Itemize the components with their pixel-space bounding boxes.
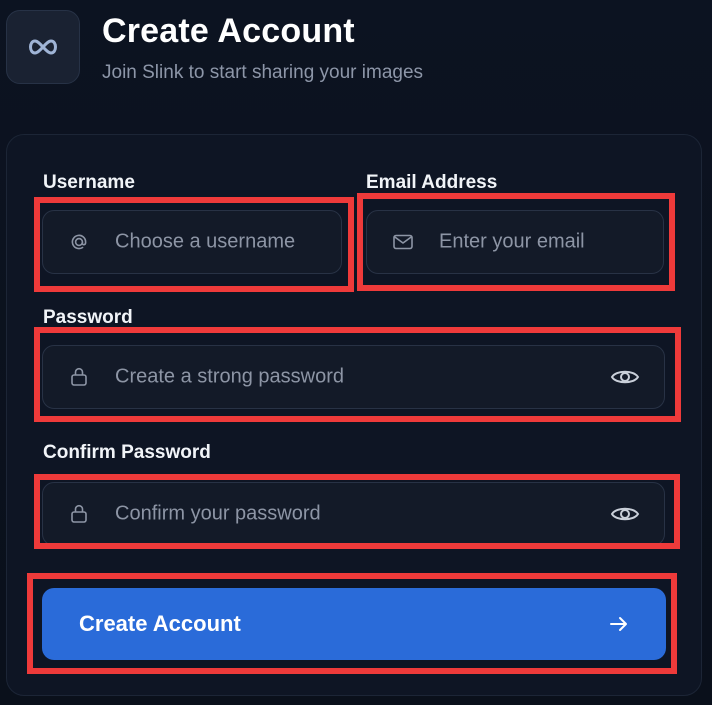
password-input[interactable]: Create a strong password [42,345,665,409]
username-placeholder: Choose a username [115,230,296,253]
eye-icon[interactable] [610,502,640,526]
page-title: Create Account [102,12,355,50]
at-icon [67,230,91,254]
mail-icon [391,230,415,254]
arrow-right-icon [608,613,630,635]
username-input[interactable]: Choose a username [42,210,342,274]
email-input[interactable]: Enter your email [366,210,664,274]
create-account-button-label: Create Account [79,611,241,636]
lock-icon [67,365,91,389]
email-placeholder: Enter your email [439,230,585,253]
lock-icon [67,502,91,526]
password-label: Password [43,307,133,328]
infinity-icon [29,39,57,55]
signup-page: Create Account Join Slink to start shari… [0,0,712,705]
page-subtitle: Join Slink to start sharing your images [102,62,424,83]
eye-icon[interactable] [610,365,640,389]
email-label: Email Address [366,172,498,193]
confirm-password-label: Confirm Password [43,442,211,463]
app-logo [6,10,80,84]
create-account-button[interactable]: Create Account [42,588,666,660]
username-label: Username [43,172,135,193]
password-placeholder: Create a strong password [115,365,345,388]
confirm-password-placeholder: Confirm your password [115,502,321,525]
confirm-password-input[interactable]: Confirm your password [42,482,665,546]
